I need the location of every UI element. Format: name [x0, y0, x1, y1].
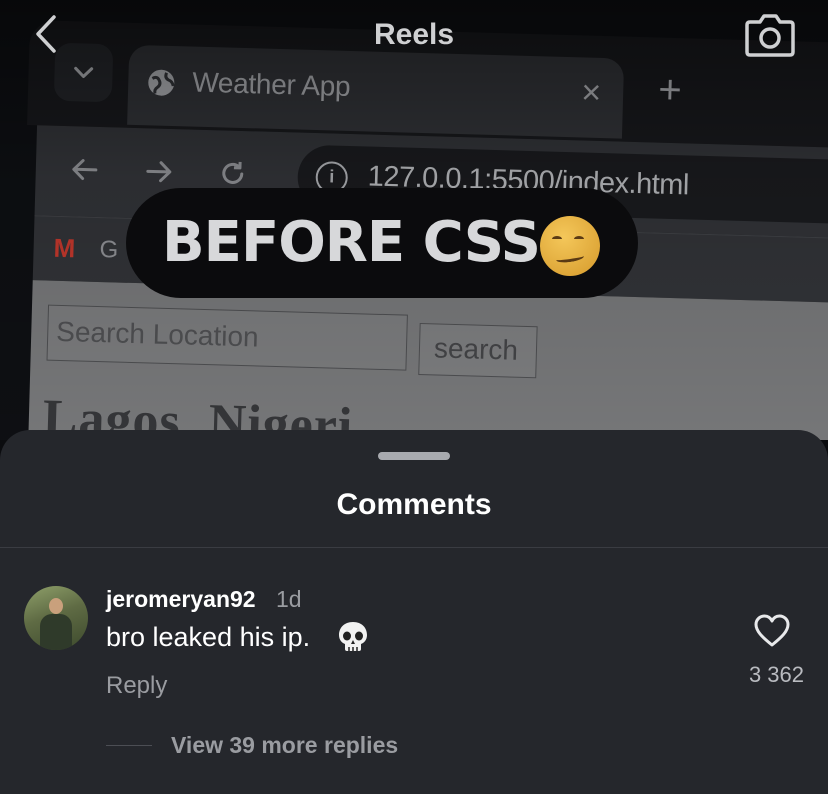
woozy-face-icon — [540, 216, 600, 276]
reel-video[interactable]: Weather App × + i 127.0.0.1:5500/index.h… — [0, 0, 828, 440]
comment-time: 1d — [276, 586, 302, 612]
avatar[interactable] — [24, 586, 88, 650]
globe-icon — [148, 69, 175, 96]
browser-tab: Weather App × — [127, 44, 625, 139]
comment-username[interactable]: jeromeryan92 — [106, 586, 256, 613]
comments-sheet[interactable]: Comments jeromeryan92 1d bro leaked his … — [0, 430, 828, 794]
comment-text: bro leaked his ip. — [106, 622, 311, 652]
search-placeholder: Search Location — [55, 315, 260, 353]
like-count: 3 362 — [748, 662, 804, 687]
web-page: Search Location search Lagos, Nigeri — [24, 280, 828, 440]
sheet-drag-handle[interactable] — [378, 452, 450, 460]
search-button-label: search — [433, 332, 519, 366]
replies-divider — [106, 745, 152, 746]
camera-icon[interactable] — [744, 12, 796, 58]
caption-text: BEFORE CSS — [162, 210, 541, 275]
reload-icon — [222, 161, 244, 184]
divider — [0, 547, 828, 548]
search-button: search — [418, 322, 538, 379]
skull-icon — [339, 622, 367, 651]
arrow-right-icon — [146, 161, 172, 183]
search-location-input: Search Location — [46, 304, 408, 371]
chevron-down-icon — [74, 66, 94, 79]
tab-close-icon: × — [580, 73, 602, 112]
heart-icon[interactable] — [754, 614, 790, 648]
view-replies-button[interactable]: View 39 more replies — [171, 732, 398, 759]
arrow-left-icon — [72, 159, 98, 181]
page-title: Reels — [373, 18, 455, 51]
video-caption: BEFORE CSS — [126, 188, 638, 298]
tab-title: Weather App — [191, 66, 351, 102]
new-tab-icon: + — [657, 67, 683, 113]
bookmark-label: G — [99, 236, 119, 264]
comments-title: Comments — [336, 488, 492, 521]
reply-button[interactable]: Reply — [106, 672, 167, 700]
gmail-icon: M — [53, 232, 76, 264]
